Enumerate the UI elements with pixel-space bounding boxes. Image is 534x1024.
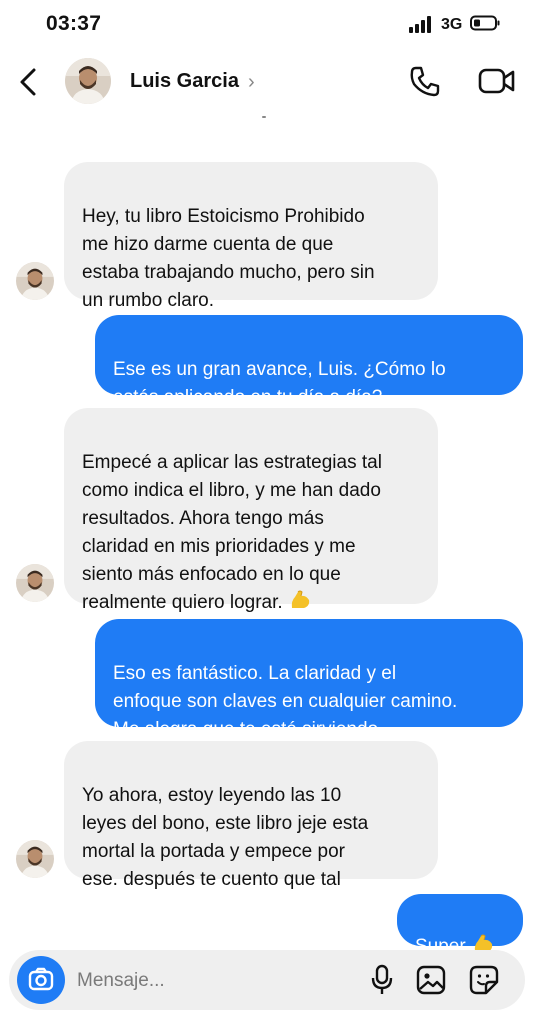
sticker-icon[interactable] bbox=[469, 965, 499, 995]
camera-button[interactable] bbox=[17, 956, 65, 1004]
signal-bars-icon bbox=[409, 16, 435, 33]
message-outgoing[interactable]: Ese es un gran avance, Luis. ¿Cómo lo es… bbox=[95, 315, 523, 408]
image-icon[interactable] bbox=[416, 965, 446, 995]
message-outgoing[interactable]: Eso es fantástico. La claridad y el enfo… bbox=[95, 619, 523, 740]
microphone-icon[interactable] bbox=[369, 964, 395, 996]
message-input[interactable] bbox=[75, 964, 359, 998]
message-text: Ese es un gran avance, Luis. ¿Cómo lo es… bbox=[113, 359, 446, 408]
video-camera-icon[interactable] bbox=[478, 66, 516, 96]
network-type: 3G bbox=[441, 16, 463, 33]
message-incoming[interactable]: Yo ahora, estoy leyendo las 10 leyes del… bbox=[64, 741, 438, 890]
message-text: Empecé a aplicar las estrategias tal com… bbox=[82, 452, 382, 613]
status-time: 03:37 bbox=[46, 12, 102, 35]
status-bar: 03:37 3G bbox=[0, 0, 534, 50]
camera-icon bbox=[28, 967, 54, 991]
sender-avatar[interactable] bbox=[16, 840, 54, 878]
contact-name[interactable]: Luis Garcia bbox=[130, 70, 239, 93]
message-text: Yo ahora, estoy leyendo las 10 leyes del… bbox=[82, 785, 369, 890]
sender-avatar[interactable] bbox=[16, 564, 54, 602]
sender-avatar[interactable] bbox=[16, 262, 54, 300]
chevron-left-icon[interactable] bbox=[14, 64, 44, 100]
message-text: Hey, tu libro Estoicismo Prohibido me hi… bbox=[82, 206, 375, 311]
header-divider bbox=[262, 116, 266, 118]
message-incoming[interactable]: Hey, tu libro Estoicismo Prohibido me hi… bbox=[64, 162, 438, 311]
message-incoming[interactable]: Empecé a aplicar las estrategias tal com… bbox=[64, 408, 438, 613]
chat-header: Luis Garcia › bbox=[0, 50, 534, 112]
contact-avatar[interactable] bbox=[65, 58, 111, 104]
phone-icon[interactable] bbox=[408, 64, 442, 98]
chevron-right-icon[interactable]: › bbox=[248, 72, 255, 92]
message-composer bbox=[9, 950, 525, 1010]
battery-low-icon bbox=[470, 15, 500, 31]
message-outgoing[interactable]: Super bbox=[397, 894, 523, 957]
flexed-biceps-icon bbox=[291, 590, 309, 608]
message-text: Eso es fantástico. La claridad y el enfo… bbox=[113, 663, 458, 740]
